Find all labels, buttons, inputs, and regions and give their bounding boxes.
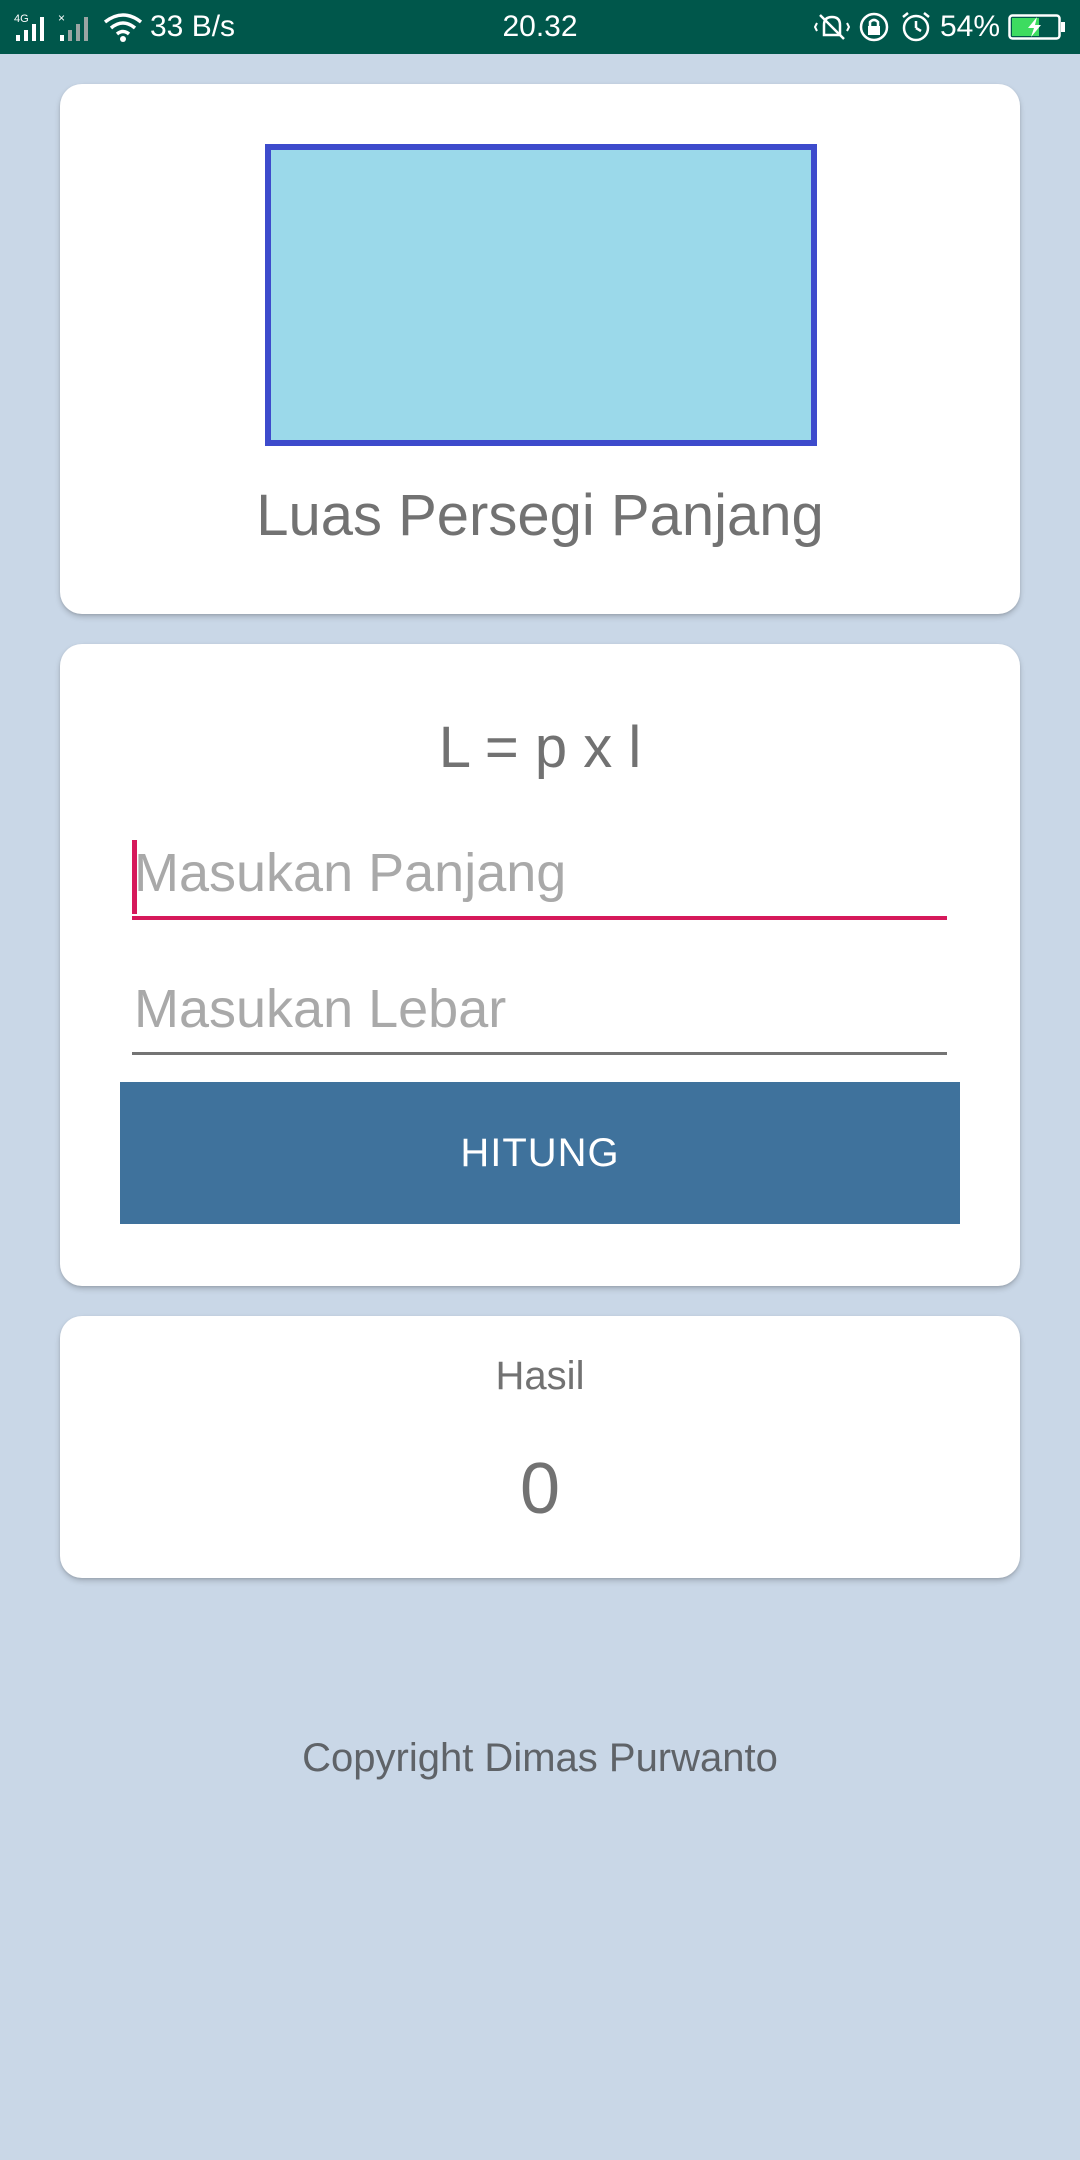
result-label: Hasil [495,1354,585,1398]
shape-title: Luas Persegi Panjang [256,483,824,548]
battery-charging-icon [1008,13,1066,41]
status-right: 54% [813,8,1066,46]
lebar-input[interactable] [132,966,947,1052]
shape-card: Luas Persegi Panjang [60,84,1020,614]
result-card: Hasil 0 [60,1316,1020,1578]
rectangle-illustration [265,144,817,446]
status-bar: 4G × 33 B/s 20.32 54% [0,0,1080,54]
formula-text: L = p x l [438,715,642,780]
form-card: L = p x l HITUNG [60,644,1020,1286]
rotation-lock-icon [856,11,892,43]
text-cursor [132,840,137,914]
hitung-button[interactable]: HITUNG [120,1082,960,1224]
copyright-text: Copyright Dimas Purwanto [302,1736,778,1780]
vibrate-icon [813,11,850,43]
lebar-field[interactable] [132,966,947,1055]
panjang-field[interactable] [132,830,947,920]
result-value: 0 [519,1449,561,1529]
alarm-icon [898,11,934,43]
battery-percent: 54% [939,10,1000,43]
panjang-input[interactable] [132,830,947,916]
